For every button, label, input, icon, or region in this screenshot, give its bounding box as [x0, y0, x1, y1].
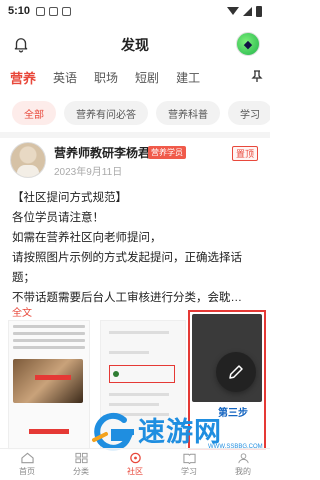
top-header: 发现 ◆	[0, 30, 270, 60]
nav-profile[interactable]: 我的	[216, 449, 270, 480]
post-line: 各位学员请注意！	[12, 212, 104, 224]
author-name[interactable]: 营养师教研李杨君	[54, 144, 150, 161]
pencil-icon	[229, 365, 243, 379]
page-title: 发现	[121, 37, 149, 53]
category-tabs: 营养 英语 职场 短剧 建工	[0, 64, 270, 90]
battery-icon	[256, 5, 262, 17]
post-line: 请按照图片示例的方式发起提问，正确选择话	[12, 252, 242, 264]
user-avatar[interactable]: ◆	[236, 32, 260, 56]
nav-home[interactable]: 首页	[0, 449, 54, 480]
chip-science[interactable]: 营养科普	[156, 101, 220, 125]
wifi-icon	[227, 7, 239, 15]
signal-icon	[243, 6, 252, 16]
notification-icon	[49, 6, 59, 16]
study-icon	[182, 453, 196, 464]
tab-nutrition[interactable]: 营养	[10, 68, 36, 90]
tab-construction[interactable]: 建工	[176, 69, 200, 86]
author-badge: 营养学员	[148, 146, 186, 159]
nav-label: 学习	[181, 467, 197, 476]
section-divider	[0, 132, 270, 138]
bell-icon[interactable]	[12, 35, 30, 53]
post-line: 【社区提问方式规范】	[12, 192, 127, 204]
chip-qa[interactable]: 营养有问必答	[64, 101, 148, 125]
tab-short-drama[interactable]: 短剧	[135, 69, 159, 86]
post-date: 2023年9月11日	[54, 167, 123, 178]
nav-label: 我的	[235, 467, 251, 476]
status-bar: 5:10	[0, 0, 270, 22]
status-indicators	[227, 5, 262, 17]
category-icon	[74, 452, 88, 464]
post-line: 不带话题需要后台人工审核进行分类，会耽…	[12, 292, 242, 304]
nav-label: 分类	[73, 467, 89, 476]
status-time: 5:10	[8, 5, 31, 17]
filter-chips: 全部 营养有问必答 营养科普 学习	[0, 100, 270, 126]
tab-workplace[interactable]: 职场	[94, 69, 118, 86]
post-line: 题；	[12, 272, 35, 284]
post-header: 营养师教研李杨君 营养学员 2023年9月11日 置顶	[8, 142, 264, 182]
notification-icon	[62, 6, 72, 16]
community-icon	[129, 452, 141, 464]
profile-icon	[237, 453, 249, 464]
nav-category[interactable]: 分类	[54, 449, 108, 480]
post-body[interactable]: 【社区提问方式规范】 各位学员请注意！ 如需在营养社区向老师提问， 请按照图片示…	[12, 188, 262, 308]
bottom-nav: 首页 分类 社区 学习 我的	[0, 448, 270, 480]
nav-label: 社区	[127, 467, 143, 476]
author-avatar[interactable]	[10, 142, 46, 178]
nav-study[interactable]: 学习	[162, 449, 216, 480]
nav-label: 首页	[19, 467, 35, 476]
read-more-link[interactable]: 全文	[12, 304, 32, 319]
compose-button[interactable]	[216, 352, 256, 392]
pin-icon[interactable]	[250, 68, 264, 84]
notification-icon	[36, 6, 46, 16]
post-image[interactable]	[8, 320, 90, 450]
nav-community[interactable]: 社区	[108, 449, 162, 480]
post-line: 如需在营养社区向老师提问，	[12, 232, 162, 244]
home-icon	[20, 452, 34, 464]
chip-study[interactable]: 学习	[228, 101, 270, 125]
tab-english[interactable]: 英语	[53, 69, 77, 86]
photo-thumbnail	[13, 359, 83, 403]
chip-all[interactable]: 全部	[12, 101, 56, 125]
pinned-badge: 置顶	[231, 146, 258, 161]
